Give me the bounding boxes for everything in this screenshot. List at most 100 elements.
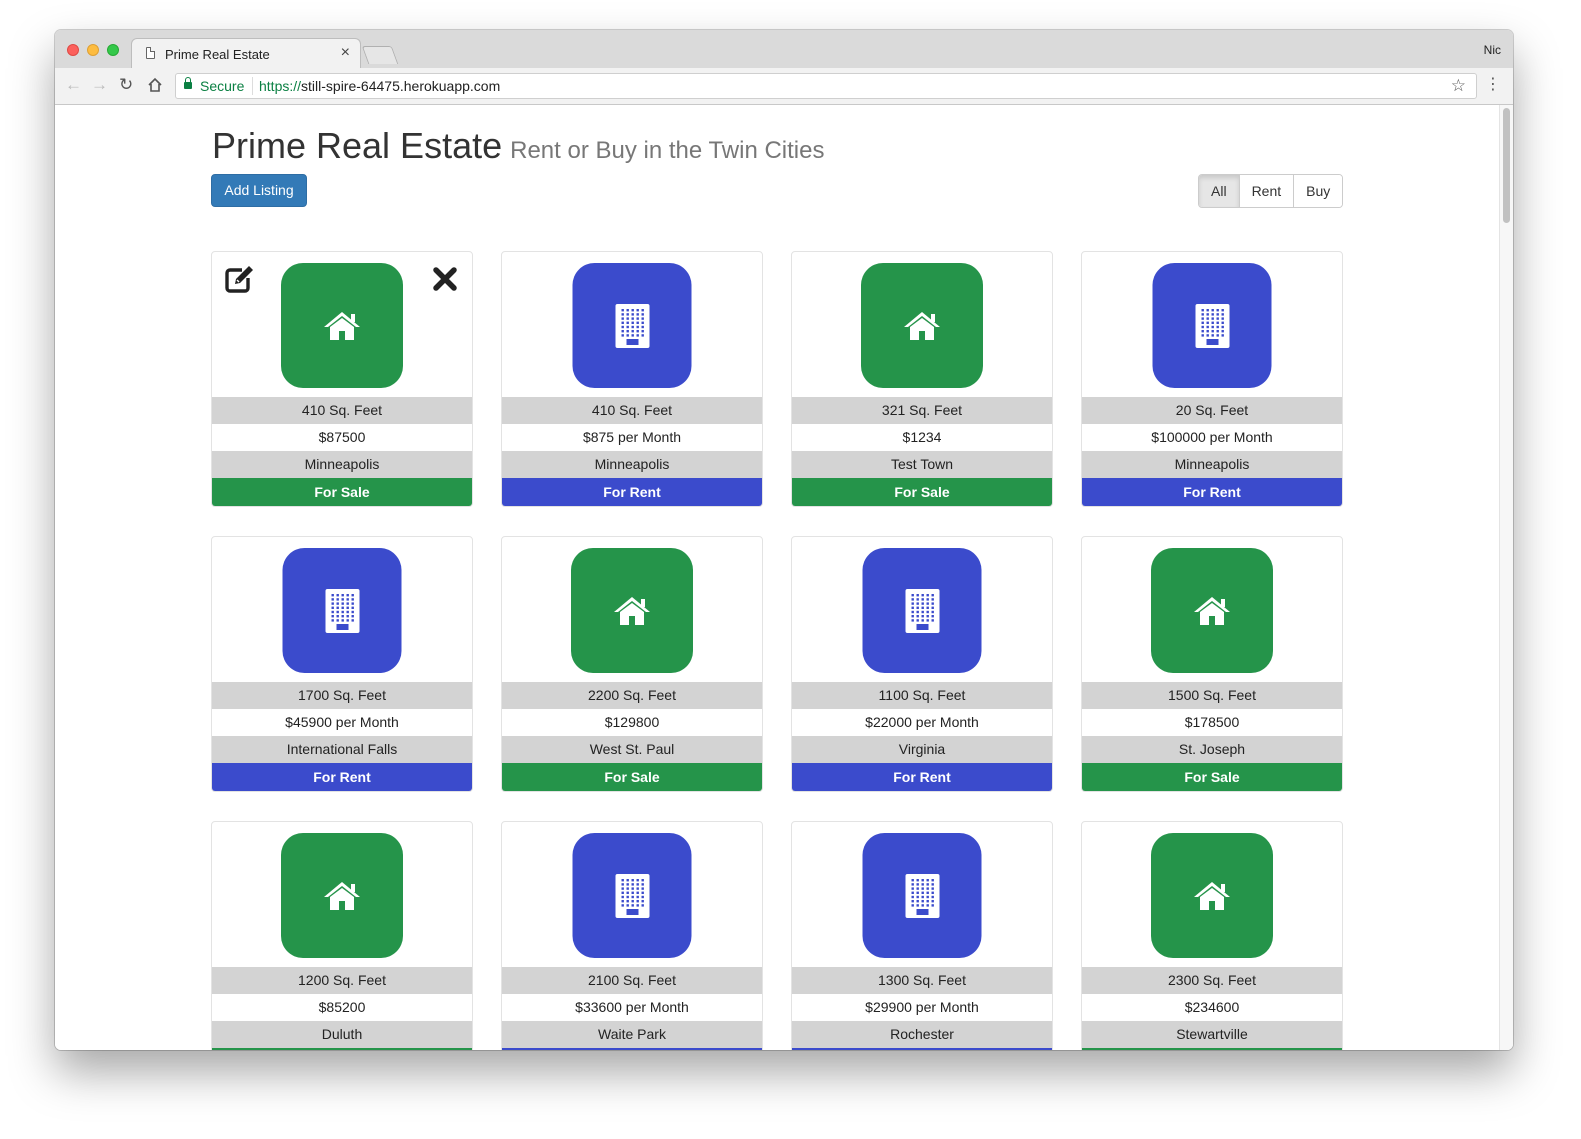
listing-city: Minneapolis bbox=[1082, 451, 1342, 478]
listing-sqft: 1300 Sq. Feet bbox=[792, 967, 1052, 994]
apartment-building-icon bbox=[572, 833, 692, 958]
listing-price: $22000 per Month bbox=[792, 709, 1052, 736]
apartment-building-icon bbox=[1152, 263, 1272, 388]
house-icon bbox=[1151, 548, 1273, 673]
listing-card[interactable]: 1100 Sq. Feet $22000 per Month Virginia For… bbox=[791, 536, 1053, 792]
listing-sqft: 2100 Sq. Feet bbox=[502, 967, 762, 994]
maximize-window-button[interactable] bbox=[107, 44, 119, 56]
house-icon bbox=[281, 833, 403, 958]
listing-city: Minneapolis bbox=[212, 451, 472, 478]
listing-price: $234600 bbox=[1082, 994, 1342, 1021]
listing-price: $875 per Month bbox=[502, 424, 762, 451]
bookmark-star-icon[interactable]: ☆ bbox=[1451, 76, 1466, 96]
forward-arrow-icon[interactable]: → bbox=[91, 75, 108, 95]
home-icon[interactable] bbox=[147, 75, 163, 98]
listing-status-badge: For Sale bbox=[212, 1048, 472, 1050]
listing-status-badge: For Rent bbox=[792, 763, 1052, 791]
listing-price: $1234 bbox=[792, 424, 1052, 451]
back-arrow-icon[interactable]: ← bbox=[65, 75, 82, 95]
listing-card[interactable]: 1700 Sq. Feet $45900 per Month Internation… bbox=[211, 536, 473, 792]
listing-card[interactable]: 2100 Sq. Feet$33600 per MonthWaite ParkF… bbox=[501, 821, 763, 1050]
listing-city: Duluth bbox=[212, 1021, 472, 1048]
listing-card[interactable]: 1500 Sq. Feet $178500 St. Joseph For Sale bbox=[1081, 536, 1343, 792]
listing-card[interactable]: 321 Sq. Feet $1234 Test Town For Sale bbox=[791, 251, 1053, 507]
listing-status-badge: For Sale bbox=[212, 478, 472, 506]
listing-city: Rochester bbox=[792, 1021, 1052, 1048]
close-window-button[interactable] bbox=[67, 44, 79, 56]
delete-x-icon[interactable] bbox=[432, 266, 458, 297]
listing-price: $100000 per Month bbox=[1082, 424, 1342, 451]
minimize-window-button[interactable] bbox=[87, 44, 99, 56]
listing-sqft: 321 Sq. Feet bbox=[792, 397, 1052, 424]
house-icon bbox=[1151, 833, 1273, 958]
tab-bar: Prime Real Estate × Nic bbox=[55, 30, 1513, 69]
tab-title: Prime Real Estate bbox=[165, 47, 270, 62]
listing-price: $29900 per Month bbox=[792, 994, 1052, 1021]
listing-card[interactable]: 1200 Sq. Feet$85200DuluthFor Sale bbox=[211, 821, 473, 1050]
menu-dots-icon[interactable]: ⋮ bbox=[1485, 74, 1501, 94]
profile-name[interactable]: Nic bbox=[1484, 43, 1501, 57]
page-subtitle: Rent or Buy in the Twin Cities bbox=[510, 137, 825, 164]
listing-sqft: 1100 Sq. Feet bbox=[792, 682, 1052, 709]
listing-card[interactable]: 20 Sq. Feet $100000 per Month Minneapolis F… bbox=[1081, 251, 1343, 507]
scrollbar[interactable] bbox=[1499, 105, 1513, 1050]
page-heading: Prime Real Estate Rent or Buy in the Twin… bbox=[212, 125, 824, 167]
apartment-building-icon bbox=[862, 833, 982, 958]
secure-label: Secure bbox=[200, 78, 245, 94]
listing-sqft: 20 Sq. Feet bbox=[1082, 397, 1342, 424]
listing-card[interactable]: 2300 Sq. Feet$234600StewartvilleFor Sale bbox=[1081, 821, 1343, 1050]
listing-price: $45900 per Month bbox=[212, 709, 472, 736]
filter-rent-button[interactable]: Rent bbox=[1239, 175, 1295, 207]
house-icon bbox=[281, 263, 403, 388]
page-viewport: Prime Real Estate Rent or Buy in the Twin… bbox=[55, 105, 1513, 1050]
filter-buy-button[interactable]: Buy bbox=[1294, 175, 1343, 207]
listing-sqft: 1700 Sq. Feet bbox=[212, 682, 472, 709]
listing-city: Virginia bbox=[792, 736, 1052, 763]
apartment-building-icon bbox=[572, 263, 692, 388]
listing-city: Minneapolis bbox=[502, 451, 762, 478]
url-host: still-spire-64475.herokuapp.com bbox=[301, 78, 501, 94]
listing-card[interactable]: 2200 Sq. Feet $129800 West St. Paul For Sal… bbox=[501, 536, 763, 792]
listing-card[interactable]: 410 Sq. Feet $87500 Minneapolis For Sale bbox=[211, 251, 473, 507]
page-title: Prime Real Estate bbox=[212, 125, 503, 166]
listing-sqft: 410 Sq. Feet bbox=[502, 397, 762, 424]
listing-sqft: 1500 Sq. Feet bbox=[1082, 682, 1342, 709]
tab-close-icon[interactable]: × bbox=[341, 44, 350, 62]
reload-icon[interactable]: ↻ bbox=[119, 75, 133, 95]
listing-status-badge: For Sale bbox=[1082, 763, 1342, 791]
listing-status-badge: For Sale bbox=[502, 763, 762, 791]
listing-status-badge: For Rent bbox=[212, 763, 472, 791]
house-icon bbox=[571, 548, 693, 673]
listing-sqft: 1200 Sq. Feet bbox=[212, 967, 472, 994]
listing-price: $33600 per Month bbox=[502, 994, 762, 1021]
browser-window: Prime Real Estate × Nic ← → ↻ Secure htt… bbox=[55, 30, 1513, 1050]
listing-sqft: 410 Sq. Feet bbox=[212, 397, 472, 424]
address-bar[interactable]: Secure https://still-spire-64475.herokua… bbox=[175, 73, 1477, 99]
listing-price: $87500 bbox=[212, 424, 472, 451]
listing-city: Test Town bbox=[792, 451, 1052, 478]
listing-card[interactable]: 410 Sq. Feet $875 per Month Minneapolis For… bbox=[501, 251, 763, 507]
url-text[interactable]: https://still-spire-64475.herokuapp.com bbox=[259, 78, 500, 94]
scrollbar-thumb[interactable] bbox=[1503, 108, 1510, 223]
listing-city: West St. Paul bbox=[502, 736, 762, 763]
filter-button-group: All Rent Buy bbox=[1198, 174, 1344, 208]
browser-tab[interactable]: Prime Real Estate × bbox=[131, 38, 361, 69]
lock-icon bbox=[184, 77, 192, 89]
filter-all-button[interactable]: All bbox=[1199, 175, 1240, 207]
listing-card[interactable]: 1300 Sq. Feet$29900 per MonthRochesterFo… bbox=[791, 821, 1053, 1050]
listing-sqft: 2200 Sq. Feet bbox=[502, 682, 762, 709]
browser-toolbar: ← → ↻ Secure https://still-spire-64475.h… bbox=[55, 68, 1513, 105]
page-icon bbox=[146, 47, 155, 59]
listing-sqft: 2300 Sq. Feet bbox=[1082, 967, 1342, 994]
add-listing-button[interactable]: Add Listing bbox=[211, 174, 307, 207]
listing-status-badge: For Rent bbox=[502, 1048, 762, 1050]
listing-price: $85200 bbox=[212, 994, 472, 1021]
listing-city: Stewartville bbox=[1082, 1021, 1342, 1048]
edit-icon[interactable] bbox=[224, 264, 256, 299]
apartment-building-icon bbox=[282, 548, 402, 673]
listing-city: St. Joseph bbox=[1082, 736, 1342, 763]
new-tab-button[interactable] bbox=[361, 46, 399, 64]
listing-price: $178500 bbox=[1082, 709, 1342, 736]
listing-city: Waite Park bbox=[502, 1021, 762, 1048]
apartment-building-icon bbox=[862, 548, 982, 673]
